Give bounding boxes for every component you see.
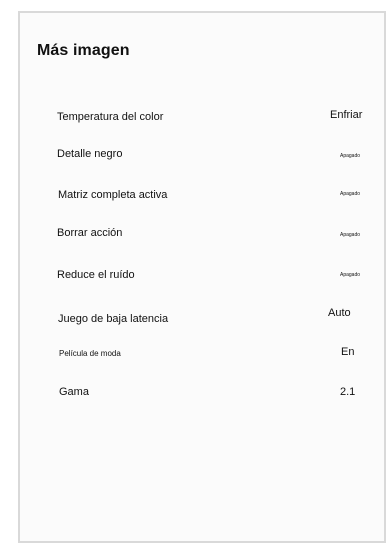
menu-item-value: Enfriar: [330, 109, 363, 121]
menu-item-label: Juego de baja latencia: [58, 313, 169, 325]
menu-item-motion-clear[interactable]: Borrar acción Apagado: [20, 227, 384, 247]
menu-item-low-latency-gaming[interactable]: Juego de baja latencia Auto: [20, 307, 384, 331]
menu-item-black-detail[interactable]: Detalle negro Apagado: [20, 148, 384, 168]
settings-panel: Más imagen Temperatura del color Enfriar…: [18, 11, 386, 543]
menu-item-value: Apagado: [340, 153, 361, 159]
menu-item-value: Auto: [328, 307, 351, 319]
menu-item-value: Apagado: [340, 191, 361, 197]
menu-item-full-array-local-dimming[interactable]: Matriz completa activa Apagado: [20, 189, 384, 209]
menu-item-value: Apagado: [340, 232, 361, 238]
menu-item-label: Borrar acción: [57, 227, 123, 239]
menu-item-label: Temperatura del color: [57, 111, 164, 123]
menu-item-film-mode[interactable]: Película de moda En: [20, 346, 384, 368]
menu-item-gamma[interactable]: Gama 2.1: [20, 386, 384, 406]
menu-item-noise-reduction[interactable]: Reduce el ruído Apagado: [20, 269, 384, 289]
menu-item-label: Película de moda: [59, 349, 121, 358]
menu-item-label: Gama: [59, 386, 89, 398]
menu-item-label: Reduce el ruído: [57, 269, 135, 281]
menu-item-label: Detalle negro: [57, 148, 123, 160]
menu-item-color-temperature[interactable]: Temperatura del color Enfriar: [20, 109, 384, 129]
menu-item-value: Apagado: [340, 272, 361, 278]
menu-item-value: 2.1: [340, 386, 356, 398]
menu-item-value: En: [341, 346, 355, 358]
menu-item-label: Matriz completa activa: [58, 189, 168, 201]
panel-title: Más imagen: [37, 42, 130, 59]
